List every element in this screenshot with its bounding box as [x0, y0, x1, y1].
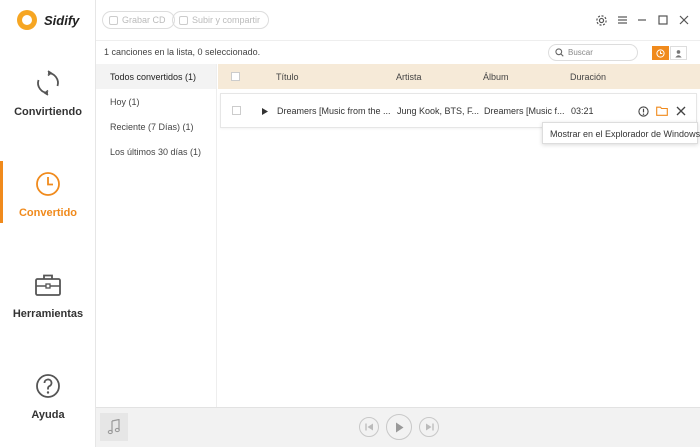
play-icon — [395, 422, 403, 432]
filter-recent-7-days[interactable]: Reciente (7 Días) (1) — [96, 114, 216, 139]
filter-last-30-days[interactable]: Los últimos 30 días (1) — [96, 139, 216, 164]
track-album: Dreamers [Music f... — [484, 106, 565, 116]
status-row: 1 canciones en la lista, 0 seleccionado. — [96, 40, 700, 64]
converted-table: Título Artista Álbum Duración Dreamers [… — [218, 64, 700, 407]
sidebar-item-label: Herramientas — [12, 308, 84, 320]
gear-icon — [595, 14, 607, 26]
folder-icon — [656, 106, 668, 116]
sidebar-item-tools[interactable]: Herramientas — [0, 270, 96, 332]
close-icon — [676, 106, 686, 116]
track-title: Dreamers [Music from the ... — [277, 106, 391, 116]
skip-previous-icon — [364, 423, 373, 431]
column-duration[interactable]: Duración — [570, 72, 606, 82]
settings-button[interactable] — [593, 12, 609, 28]
play-button[interactable] — [386, 414, 412, 440]
burn-cd-label: Grabar CD — [122, 15, 166, 25]
show-in-explorer-button[interactable] — [655, 104, 669, 118]
upload-share-button[interactable]: Subir y compartir — [172, 11, 270, 29]
sidebar-item-converting[interactable]: Convirtiendo — [0, 68, 96, 130]
refresh-icon — [33, 68, 63, 98]
toolbox-icon — [33, 270, 63, 300]
menu-icon — [617, 16, 627, 24]
user-icon — [675, 49, 682, 58]
search-box[interactable] — [548, 44, 638, 61]
track-artist: Jung Kook, BTS, F... — [397, 106, 480, 116]
sidebar: Sidify Convirtiendo Convertido Herramien… — [0, 0, 96, 447]
cd-icon — [109, 15, 118, 25]
track-info-button[interactable] — [636, 104, 650, 118]
player-bar — [96, 407, 700, 447]
clock-icon — [656, 48, 665, 58]
filter-list: Todos convertidos (1) Hoy (1) Reciente (… — [96, 64, 217, 407]
filter-all-converted[interactable]: Todos convertidos (1) — [96, 64, 216, 89]
delete-row-button[interactable] — [674, 104, 688, 118]
minimize-button[interactable] — [634, 12, 650, 28]
select-all-checkbox[interactable] — [231, 72, 240, 81]
column-artist[interactable]: Artista — [396, 72, 422, 82]
sidebar-item-label: Convertido — [18, 207, 78, 219]
music-note-icon — [107, 419, 120, 435]
skip-next-icon — [425, 423, 434, 431]
track-duration: 03:21 — [571, 106, 594, 116]
help-icon — [33, 371, 63, 401]
previous-button[interactable] — [359, 417, 379, 437]
app-name: Sidify — [44, 12, 80, 28]
row-checkbox[interactable] — [232, 106, 241, 115]
sidify-logo-icon — [17, 10, 37, 30]
upload-icon — [179, 15, 188, 25]
close-window-button[interactable] — [676, 12, 692, 28]
sidebar-item-help[interactable]: Ayuda — [0, 371, 96, 433]
info-icon — [637, 105, 649, 117]
view-artist-button[interactable] — [670, 46, 687, 60]
view-history-button[interactable] — [652, 46, 669, 60]
sidebar-item-label: Convirtiendo — [14, 106, 82, 118]
menu-button[interactable] — [614, 12, 630, 28]
sidebar-item-label: Ayuda — [31, 409, 65, 421]
maximize-button[interactable] — [655, 12, 671, 28]
column-album[interactable]: Álbum — [483, 72, 509, 82]
explorer-tooltip: Mostrar en el Explorador de Windows — [542, 122, 700, 144]
maximize-icon — [658, 15, 668, 25]
search-input[interactable] — [568, 48, 634, 57]
clock-icon — [33, 169, 63, 199]
search-icon — [555, 48, 564, 57]
burn-cd-button[interactable]: Grabar CD — [102, 11, 175, 29]
top-toolbar: Grabar CD Subir y compartir — [96, 0, 700, 40]
column-title[interactable]: Título — [276, 72, 299, 82]
minimize-icon — [638, 19, 646, 21]
album-art — [100, 413, 128, 441]
app-logo: Sidify — [17, 10, 79, 30]
next-button[interactable] — [419, 417, 439, 437]
upload-share-label: Subir y compartir — [192, 15, 261, 25]
filter-today[interactable]: Hoy (1) — [96, 89, 216, 114]
close-icon — [679, 15, 689, 25]
list-summary: 1 canciones en la lista, 0 seleccionado. — [104, 47, 261, 57]
table-header: Título Artista Álbum Duración — [218, 64, 700, 89]
play-icon[interactable] — [262, 108, 268, 115]
sidebar-item-converted[interactable]: Convertido — [0, 169, 96, 231]
